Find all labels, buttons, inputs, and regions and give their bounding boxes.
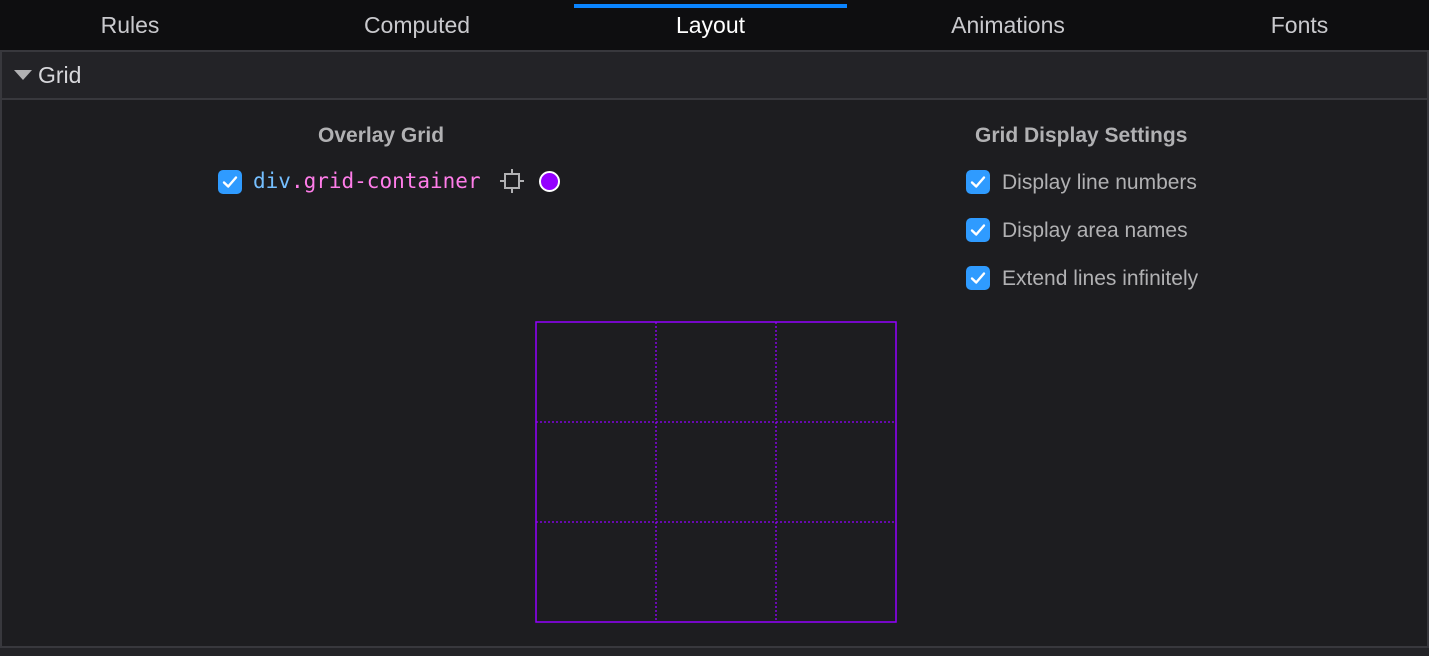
checkmark-icon bbox=[970, 176, 986, 188]
tab-animations[interactable]: Animations bbox=[868, 0, 1148, 50]
grid-element-selector[interactable]: div.grid-container bbox=[253, 168, 481, 194]
display-area-names-label: Display area names bbox=[1002, 219, 1188, 242]
extend-lines-infinitely-checkbox[interactable] bbox=[966, 266, 990, 290]
tab-computed[interactable]: Computed bbox=[288, 0, 546, 50]
overlay-grid-checkbox[interactable] bbox=[218, 170, 242, 194]
tab-fonts[interactable]: Fonts bbox=[1170, 0, 1429, 50]
grid-display-settings-heading: Grid Display Settings bbox=[975, 124, 1188, 147]
display-line-numbers-label: Display line numbers bbox=[1002, 171, 1197, 194]
active-tab-indicator bbox=[574, 4, 847, 8]
checkmark-icon bbox=[970, 224, 986, 236]
grid-outline-lines bbox=[536, 322, 896, 622]
overlay-grid-heading: Overlay Grid bbox=[318, 124, 445, 147]
next-section-header bbox=[0, 648, 1429, 656]
display-area-names-checkbox[interactable] bbox=[966, 218, 990, 242]
checkmark-icon bbox=[222, 176, 238, 188]
highlight-element-icon[interactable] bbox=[500, 169, 524, 193]
checkmark-icon bbox=[970, 272, 986, 284]
tab-rules[interactable]: Rules bbox=[0, 0, 260, 50]
extend-lines-infinitely-label: Extend lines infinitely bbox=[1002, 267, 1199, 290]
display-line-numbers-checkbox[interactable] bbox=[966, 170, 990, 194]
grid-element-tag: div bbox=[253, 169, 291, 193]
grid-element-class: .grid-container bbox=[290, 169, 481, 193]
caret-down-icon bbox=[14, 70, 32, 80]
accordion-label: Grid bbox=[38, 61, 82, 88]
panel-left-border bbox=[0, 52, 2, 656]
grid-outline-border bbox=[535, 321, 897, 623]
grid-outline-preview bbox=[535, 321, 897, 623]
tab-bar: Rules Computed Layout Animations Fonts bbox=[0, 0, 1429, 52]
grid-accordion-header[interactable]: Grid bbox=[0, 52, 1429, 100]
grid-color-swatch[interactable] bbox=[539, 171, 560, 192]
